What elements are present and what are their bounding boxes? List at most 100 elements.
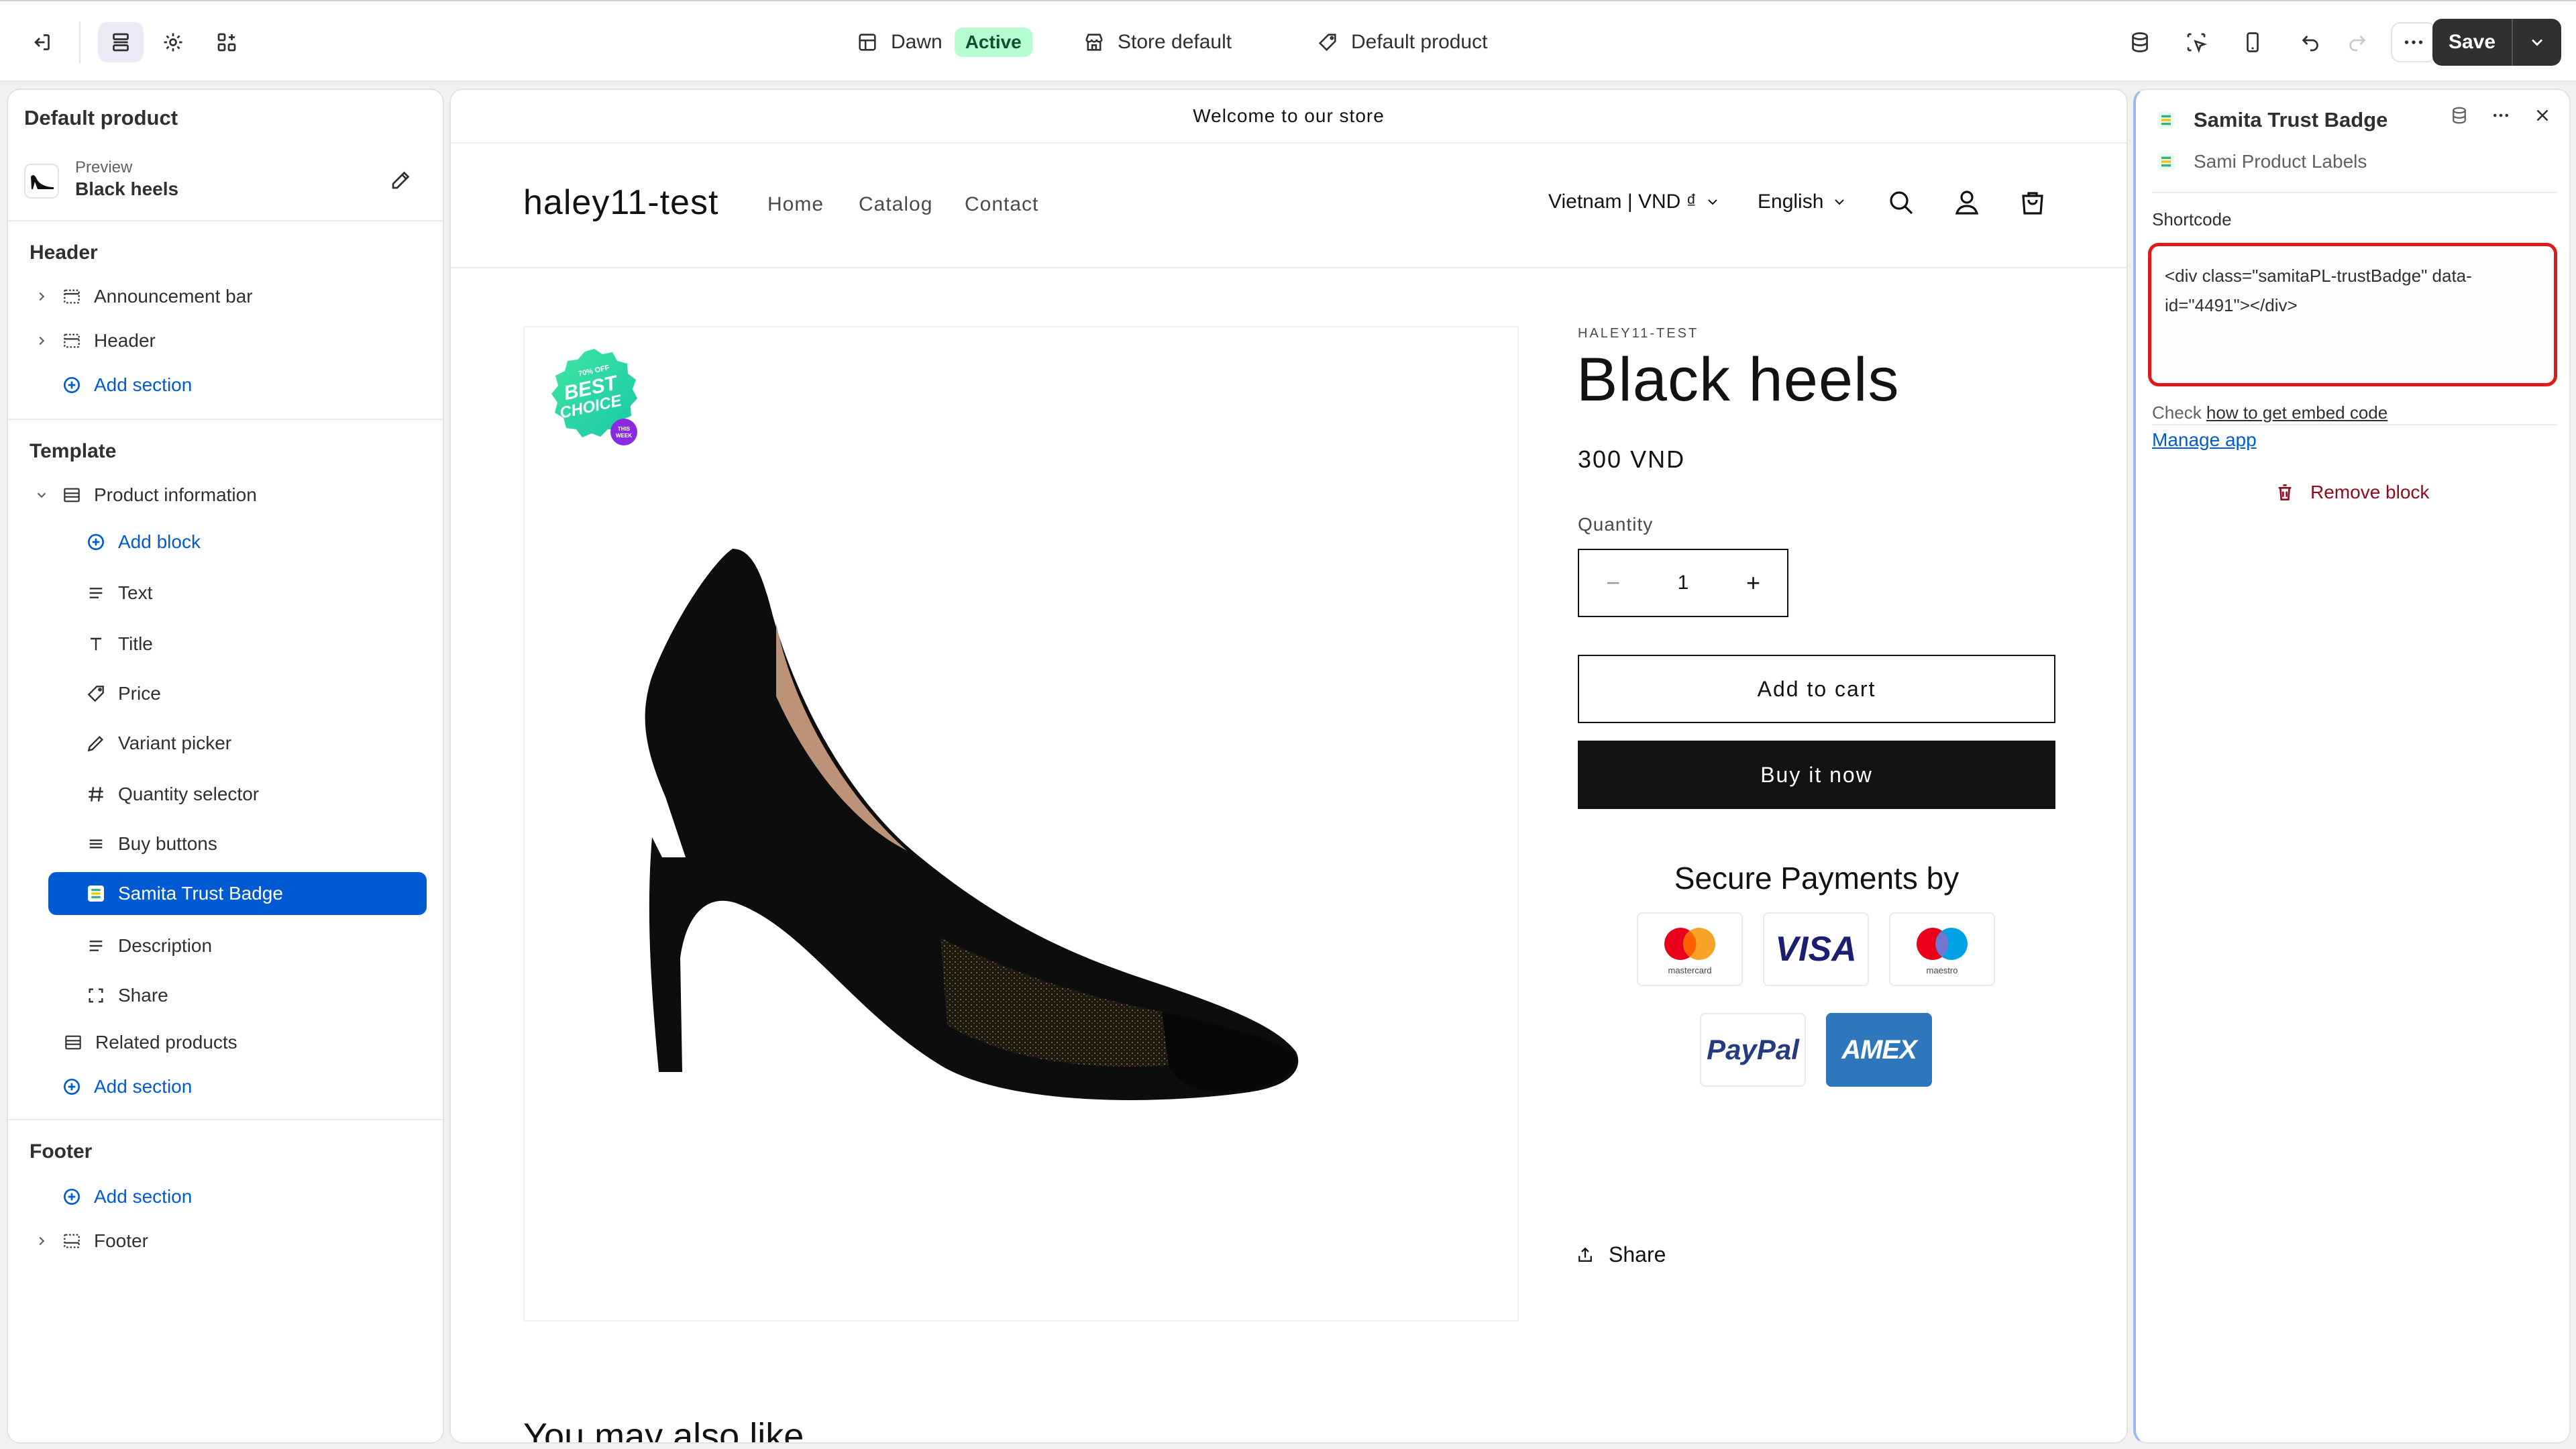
theme-name: Dawn [891, 31, 943, 53]
layout-icon [859, 34, 876, 51]
more-icon[interactable] [2391, 22, 2436, 62]
status-badge: Active [954, 28, 1032, 57]
product-image[interactable]: 70% OFF BEST CHOICE THIS WEEK [523, 326, 1519, 1322]
minus-icon[interactable]: − [1606, 569, 1620, 597]
save-button[interactable]: Save [2432, 31, 2512, 54]
block-price[interactable]: Price [85, 672, 161, 715]
block-buy-buttons[interactable]: Buy buttons [85, 822, 217, 865]
footer-group-heading: Footer [30, 1140, 93, 1163]
cart-icon[interactable] [2014, 184, 2051, 221]
nav-contact[interactable]: Contact [965, 193, 1038, 216]
database-icon[interactable] [2446, 102, 2473, 129]
block-text[interactable]: Text [85, 572, 152, 614]
share-button[interactable]: Share [1575, 1242, 1666, 1267]
chevron-down-icon[interactable] [32, 488, 51, 502]
apps-icon[interactable] [204, 22, 250, 62]
amex-text: AMEX [1841, 1034, 1917, 1065]
paypal-text: PayPal [1707, 1034, 1799, 1065]
sidebar-item-product-information[interactable]: Product information [32, 474, 257, 517]
quantity-value[interactable]: 1 [1678, 572, 1689, 594]
search-icon[interactable] [1882, 184, 1920, 221]
variant-icon [85, 732, 107, 755]
divider [2152, 192, 2557, 193]
block-label: Price [118, 683, 161, 704]
panel-actions [2446, 102, 2556, 129]
database-icon[interactable] [2117, 22, 2163, 62]
section-icon [62, 1031, 85, 1054]
remove-block-button[interactable]: Remove block [2274, 482, 2429, 503]
sidebar-item-header[interactable]: Header [32, 319, 156, 362]
manage-app-link[interactable]: Manage app [2152, 429, 2257, 451]
sidebar-item-announcement-bar[interactable]: Announcement bar [32, 275, 253, 318]
shortcode-label: Shortcode [2152, 209, 2232, 229]
block-label: Quantity selector [118, 784, 260, 804]
badge-sub2-text: WEEK [616, 433, 632, 439]
block-description[interactable]: Description [85, 924, 212, 967]
preview-product-name: Black heels [75, 178, 179, 199]
block-variant-picker[interactable]: Variant picker [85, 722, 231, 765]
sidebar-item-label: Header [94, 330, 156, 351]
divider [79, 21, 80, 63]
quantity-stepper: − 1 + [1578, 549, 1788, 617]
sidebar-item-related-products[interactable]: Related products [62, 1021, 237, 1064]
product-vendor: HALEY11-TEST [1578, 326, 1699, 341]
account-icon[interactable] [1948, 184, 1986, 221]
app-source[interactable]: Sami Product Labels [2155, 150, 2367, 173]
block-share[interactable]: Share [85, 974, 168, 1017]
block-label: Share [118, 985, 168, 1006]
header-group-heading: Header [30, 241, 98, 264]
add-section-button[interactable]: Add section [60, 1175, 192, 1218]
redo-icon[interactable] [2334, 22, 2380, 62]
nav-home[interactable]: Home [767, 193, 824, 216]
nav-catalog[interactable]: Catalog [859, 193, 932, 216]
gear-icon[interactable] [150, 22, 196, 62]
chevron-right-icon[interactable] [32, 333, 51, 348]
add-section-button[interactable]: Add section [60, 1065, 192, 1108]
embed-help-link[interactable]: how to get embed code [2206, 402, 2387, 423]
text-lines-icon [85, 934, 107, 957]
block-title[interactable]: Title [85, 623, 153, 665]
theme-selector[interactable]: Dawn Active [856, 25, 1032, 59]
section-icon [60, 285, 83, 308]
trash-icon [2278, 484, 2292, 500]
add-block-button[interactable]: Add block [85, 521, 201, 564]
mastercard-text: mastercard [1668, 965, 1712, 975]
sections-icon[interactable] [98, 22, 144, 62]
block-quantity-selector[interactable]: Quantity selector [85, 773, 259, 816]
store-logo-text[interactable]: haley11-test [523, 182, 718, 223]
app-block-icon [2157, 111, 2175, 129]
shortcode-textarea[interactable]: <div class="samitaPL-trustBadge" data-id… [2148, 243, 2557, 386]
chevron-down-icon [1708, 199, 1717, 205]
chevron-right-icon[interactable] [32, 1234, 51, 1248]
close-icon[interactable] [2529, 102, 2556, 129]
store-context-selector[interactable]: Store default [1083, 25, 1232, 59]
plus-icon[interactable]: + [1746, 569, 1760, 597]
add-to-cart-button[interactable]: Add to cart [1578, 655, 2055, 723]
template-selector[interactable]: Default product [1316, 25, 1487, 59]
sidebar-item-footer[interactable]: Footer [32, 1220, 148, 1263]
section-icon [60, 1230, 83, 1252]
inspector-icon[interactable] [2174, 22, 2219, 62]
undo-icon[interactable] [2288, 22, 2333, 62]
chevron-right-icon[interactable] [32, 289, 51, 304]
price-tag-icon [85, 682, 107, 705]
preview-selector[interactable]: Preview Black heels [24, 154, 429, 208]
block-samita-trust-badge[interactable]: Samita Trust Badge [48, 872, 427, 915]
currency-selector[interactable]: Vietnam | VND ₫ [1548, 191, 1721, 213]
pencil-icon[interactable] [389, 168, 416, 195]
plus-circle-icon [60, 1185, 83, 1208]
chevron-down-icon[interactable] [2513, 33, 2561, 52]
add-section-button[interactable]: Add section [60, 364, 192, 407]
store-context-label: Store default [1118, 31, 1232, 53]
visa-text: VISA [1775, 930, 1857, 969]
exit-icon[interactable] [19, 22, 64, 62]
best-choice-badge: 70% OFF BEST CHOICE THIS WEEK [551, 349, 637, 445]
amex-logo: AMEX [1826, 1013, 1932, 1087]
more-icon[interactable] [2487, 102, 2514, 129]
mobile-preview-icon[interactable] [2230, 22, 2275, 62]
block-label: Variant picker [118, 733, 232, 753]
language-selector[interactable]: English [1758, 191, 1847, 213]
buy-now-button[interactable]: Buy it now [1578, 741, 2055, 809]
divider [2152, 424, 2557, 425]
mastercard-logo: mastercard [1637, 912, 1743, 986]
